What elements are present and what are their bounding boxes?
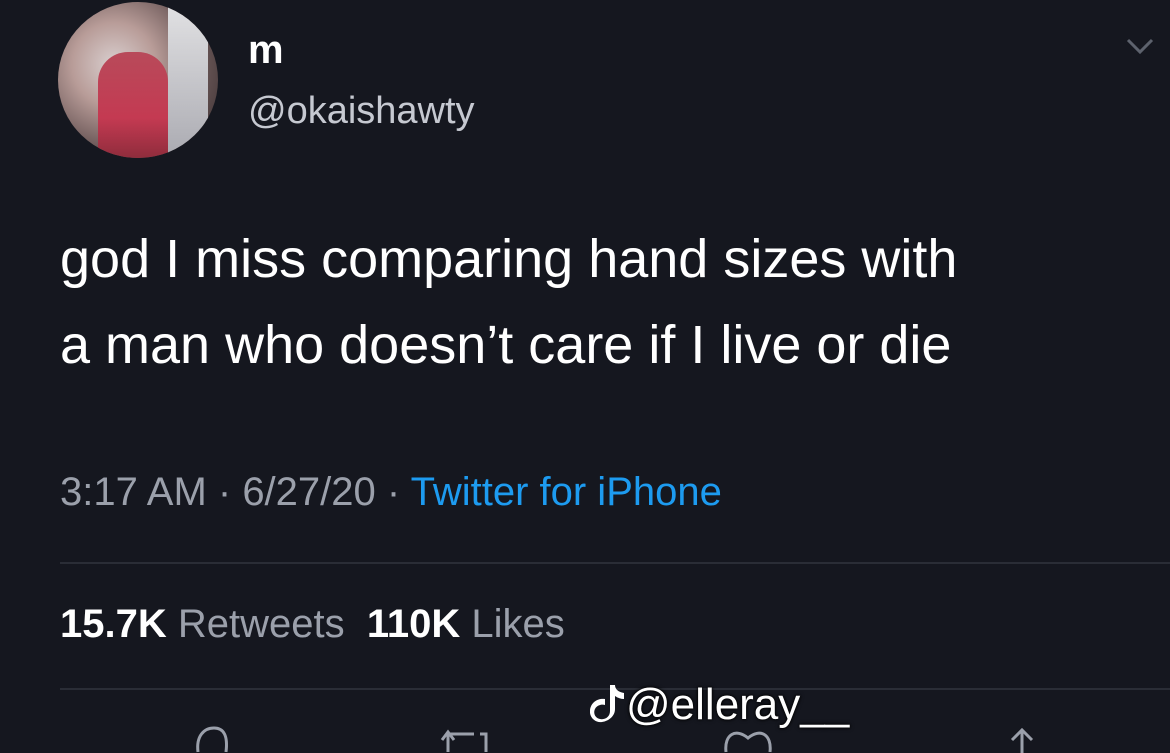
avatar-mirror <box>168 2 208 158</box>
tweet-text: god I miss comparing hand sizes with a m… <box>60 216 1140 388</box>
display-name[interactable]: m <box>248 28 284 73</box>
retweets-label: Retweets <box>177 602 345 646</box>
tweet-text-line: god I miss comparing hand sizes with <box>60 229 958 289</box>
meta-separator: · <box>206 470 243 514</box>
tweet-source-link[interactable]: Twitter for iPhone <box>411 470 722 514</box>
tweet-meta: 3:17 AM · 6/27/20 · Twitter for iPhone <box>60 470 722 515</box>
meta-separator: · <box>375 470 411 514</box>
like-stat[interactable]: 110K Likes <box>367 602 565 646</box>
tweet-text-line: a man who doesn’t care if I live or die <box>60 315 952 375</box>
retweet-icon[interactable] <box>440 722 494 753</box>
tweet-date: 6/27/20 <box>242 470 376 514</box>
user-handle[interactable]: @okaishawty <box>248 90 475 133</box>
tiktok-icon <box>589 685 624 723</box>
tiktok-watermark: @elleray__ <box>589 680 850 730</box>
retweets-count: 15.7K <box>60 602 167 646</box>
divider <box>60 562 1170 564</box>
watermark-handle: @elleray__ <box>626 680 850 729</box>
likes-label: Likes <box>471 602 565 646</box>
likes-count: 110K <box>366 602 461 646</box>
retweet-stat[interactable]: 15.7K Retweets <box>60 602 345 646</box>
reply-icon[interactable] <box>192 722 232 753</box>
avatar[interactable] <box>58 2 218 158</box>
avatar-figure <box>98 52 168 158</box>
chevron-down-icon[interactable] <box>1126 34 1154 58</box>
tweet-stats: 15.7K Retweets 110K Likes <box>60 602 565 647</box>
share-icon[interactable] <box>1004 722 1040 753</box>
tweet-time: 3:17 AM <box>60 470 207 514</box>
